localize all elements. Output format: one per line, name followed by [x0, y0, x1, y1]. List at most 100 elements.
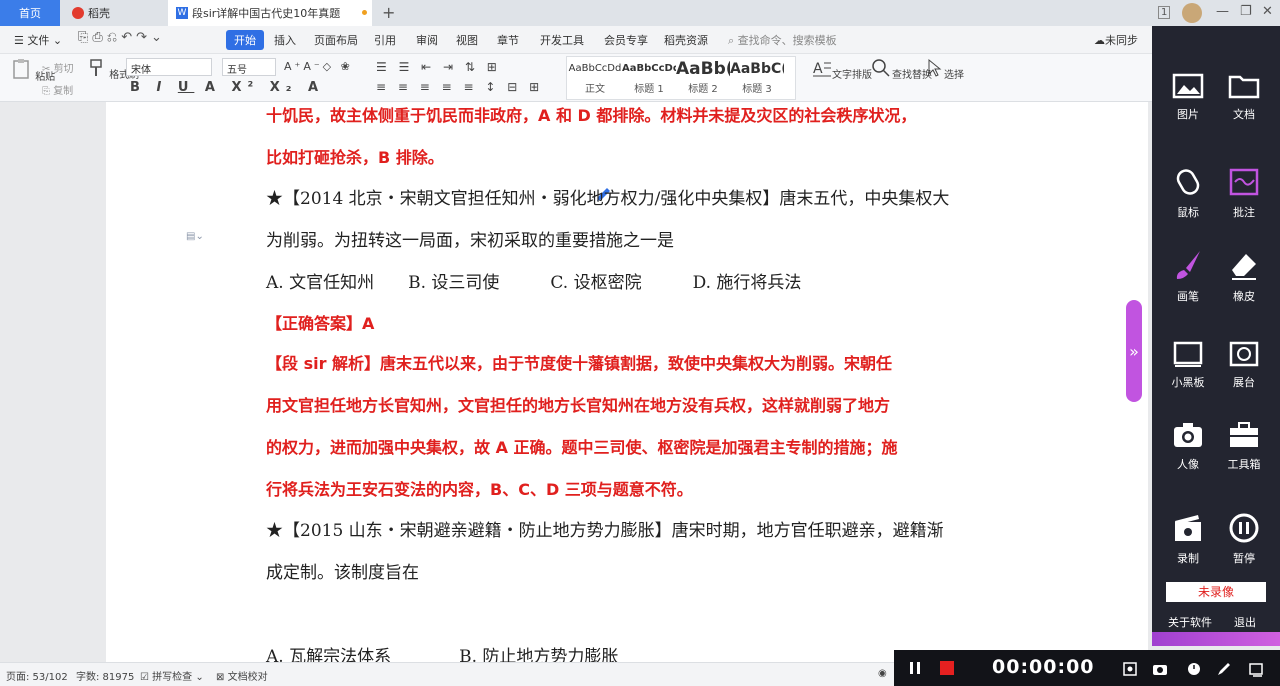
doc-line-7: 【段 sir 解析】唐末五代以来，由于节度使十藩镇割据，致使中央集权大为削弱。宋… — [266, 354, 893, 373]
tab-document[interactable]: W 段sir详解中国古代史10年真题 — [168, 0, 372, 26]
menu-view[interactable]: 视图 — [456, 32, 478, 48]
eye-icon[interactable]: ◉ — [878, 668, 887, 679]
folder-icon — [1228, 75, 1260, 99]
doc-line-3: ★【2014 北京・宋朝文官担任知州・弱化地方权力/强化中央集权】唐末五代，中央… — [266, 189, 950, 209]
document-page[interactable]: ▤⌄ 十饥民，故主体侧重于饥民而非政府，A 和 D 都排除。材料并未提及灾区的社… — [106, 102, 1148, 662]
text-layout-button[interactable]: A 文字排版 — [810, 58, 872, 81]
picture-icon — [1172, 73, 1204, 99]
document-label: 文档 — [1233, 108, 1255, 121]
document-tool[interactable]: 文档 — [1216, 72, 1272, 122]
region-icon[interactable] — [1122, 661, 1138, 677]
tab-status-dot-icon — [362, 10, 367, 15]
sync-status[interactable]: ☁未同步 — [1094, 32, 1138, 48]
tab-daoke[interactable]: 稻壳 — [62, 0, 166, 26]
doc-line-4: 为削弱。为扭转这一局面，宋初采取的重要措施之一是 — [266, 231, 674, 251]
menu-insert[interactable]: 插入 — [274, 32, 296, 48]
copy-button[interactable]: ⎘ 复制 — [42, 82, 73, 97]
eraser-tool[interactable]: 橡皮 — [1216, 248, 1272, 304]
tab-home-label: 首页 — [19, 7, 41, 20]
avatar[interactable] — [1182, 3, 1202, 23]
style-heading-2[interactable]: AaBb(标题 2 — [676, 58, 730, 98]
copy-label: 复制 — [53, 86, 74, 97]
picture-tool[interactable]: 图片 — [1160, 72, 1216, 122]
quick-access-icons[interactable]: ⎘⎙⎌↶↷⌄ — [78, 30, 166, 45]
pause-icon — [1229, 513, 1259, 543]
style-body[interactable]: AaBbCcDd 正文 — [568, 58, 622, 98]
page-count-icon[interactable]: 1 — [1158, 6, 1171, 19]
font-style-buttons[interactable]: B I U A X² X₂ A — [130, 80, 324, 95]
menu-review[interactable]: 审阅 — [416, 32, 438, 48]
page-indicator[interactable]: 页面: 53/102 — [6, 668, 68, 683]
annotation-tool[interactable]: 批注 — [1216, 166, 1272, 220]
doc-line-11: ★【2015 山东・宋朝避亲避籍・防止地方势力膨胀】唐宋时期，地方官任职避亲，避… — [266, 521, 944, 541]
align-buttons[interactable]: ≡ ≡ ≡ ≡ ≡ ↕ ⊟ ⊞ — [376, 80, 543, 94]
new-tab-button[interactable]: + — [382, 3, 395, 22]
menu-start[interactable]: 开始 — [226, 30, 264, 50]
portrait-tool[interactable]: 人像 — [1160, 420, 1216, 472]
annotation-label: 批注 — [1233, 206, 1255, 219]
draw-icon[interactable] — [1216, 661, 1232, 677]
recording-timer: 00:00:00 — [992, 656, 1095, 678]
title-bar: 首页 稻壳 W 段sir详解中国古代史10年真题 + 1 — ❐ ✕ — [0, 0, 1280, 26]
restore-button[interactable]: ❐ — [1240, 4, 1252, 19]
menu-devtools[interactable]: 开发工具 — [540, 32, 584, 48]
font-grow-shrink-icons[interactable]: A⁺A⁻◇ ❀ — [284, 60, 353, 73]
paragraph-anchor-icon[interactable]: ▤⌄ — [186, 231, 204, 242]
minimize-button[interactable]: — — [1216, 4, 1229, 19]
pause-record-icon[interactable] — [908, 661, 922, 675]
record-tool[interactable]: 录制 — [1160, 512, 1216, 566]
clipboard-icon — [13, 59, 29, 79]
brush-tool[interactable]: 画笔 — [1160, 248, 1216, 304]
style-heading-3[interactable]: AaBbC(标题 3 — [730, 58, 784, 98]
camera-snap-icon[interactable] — [1152, 661, 1168, 677]
magnifier-icon — [872, 59, 890, 77]
font-size-select[interactable]: 五号 — [222, 58, 276, 76]
blackboard-icon — [1173, 341, 1203, 367]
camera-icon — [1174, 423, 1202, 447]
document-area[interactable]: ▤⌄ 十饥民，故主体侧重于饥民而非政府，A 和 D 都排除。材料并未提及灾区的社… — [0, 102, 1152, 662]
blackboard-label: 小黑板 — [1171, 376, 1205, 389]
exit-link[interactable]: 退出 — [1234, 614, 1256, 630]
style-heading-2-name: 标题 2 — [688, 84, 718, 95]
close-button[interactable]: ✕ — [1262, 4, 1273, 19]
blackboard-tool[interactable]: 小黑板 — [1160, 340, 1216, 390]
style-heading-1[interactable]: AaBbCcDd 标题 1 — [622, 58, 676, 98]
spell-check-button[interactable]: ☑ 拼写检查 ⌄ — [140, 668, 204, 683]
menu-file[interactable]: ☰ 文件 ⌄ — [14, 32, 62, 48]
about-software-link[interactable]: 关于软件 — [1168, 614, 1212, 630]
menu-member[interactable]: 会员专享 — [604, 32, 648, 48]
menu-daoke-resources[interactable]: 稻壳资源 — [664, 32, 708, 48]
booth-tool[interactable]: 展台 — [1216, 340, 1272, 390]
command-search-placeholder: 查找命令、搜索模板 — [737, 34, 837, 47]
list-buttons[interactable]: ☰ ☰ ⇤ ⇥ ⇅ ⊞ — [376, 60, 501, 74]
recorder-bar: 00:00:00 — [894, 650, 1280, 686]
proofread-button[interactable]: ⊠ 文档校对 — [216, 668, 268, 683]
doc-line-1: 十饥民，故主体侧重于饥民而非政府，A 和 D 都排除。材料并未提及灾区的社会秩序… — [266, 106, 917, 125]
command-search[interactable]: ⌕ 查找命令、搜索模板 — [728, 32, 837, 48]
menu-layout[interactable]: 页面布局 — [314, 32, 358, 48]
doc-line-12: 成定制。该制度旨在 — [266, 563, 419, 583]
mouse-tool[interactable]: 鼠标 — [1160, 166, 1216, 220]
brush-icon — [90, 59, 102, 76]
cut-label: 剪切 — [53, 64, 74, 75]
proofread-label: 文档校对 — [227, 672, 268, 683]
pause-tool[interactable]: 暂停 — [1216, 512, 1272, 566]
tab-document-label: 段sir详解中国古代史10年真题 — [192, 7, 341, 20]
menu-section[interactable]: 章节 — [497, 32, 519, 48]
menu-references[interactable]: 引用 — [374, 32, 396, 48]
panel-toggle-handle[interactable]: » — [1126, 300, 1142, 402]
style-heading-1-name: 标题 1 — [634, 84, 664, 95]
doc-line-13: A. 瓦解宗法体系 B. 防止地方势力膨胀 — [266, 647, 619, 662]
font-name-select[interactable]: 宋体 — [126, 58, 212, 76]
text-layout-icon: A — [813, 61, 831, 77]
doc-line-9: 的权力，进而加强中央集权，故 A 正确。题中三司使、枢密院是加强君主专制的措施；… — [266, 438, 898, 457]
find-replace-button[interactable]: 查找替换 — [870, 58, 932, 81]
tab-home[interactable]: 首页 — [0, 0, 60, 26]
word-count[interactable]: 字数: 81975 — [76, 668, 134, 683]
timer-icon[interactable] — [1186, 661, 1202, 677]
cut-button[interactable]: ✂ 剪切 — [42, 60, 74, 75]
stop-record-icon[interactable] — [940, 661, 954, 675]
minimize-recorder-icon[interactable] — [1248, 661, 1264, 677]
select-button[interactable]: 选择 — [924, 58, 964, 81]
toolbox-tool[interactable]: 工具箱 — [1216, 420, 1272, 472]
